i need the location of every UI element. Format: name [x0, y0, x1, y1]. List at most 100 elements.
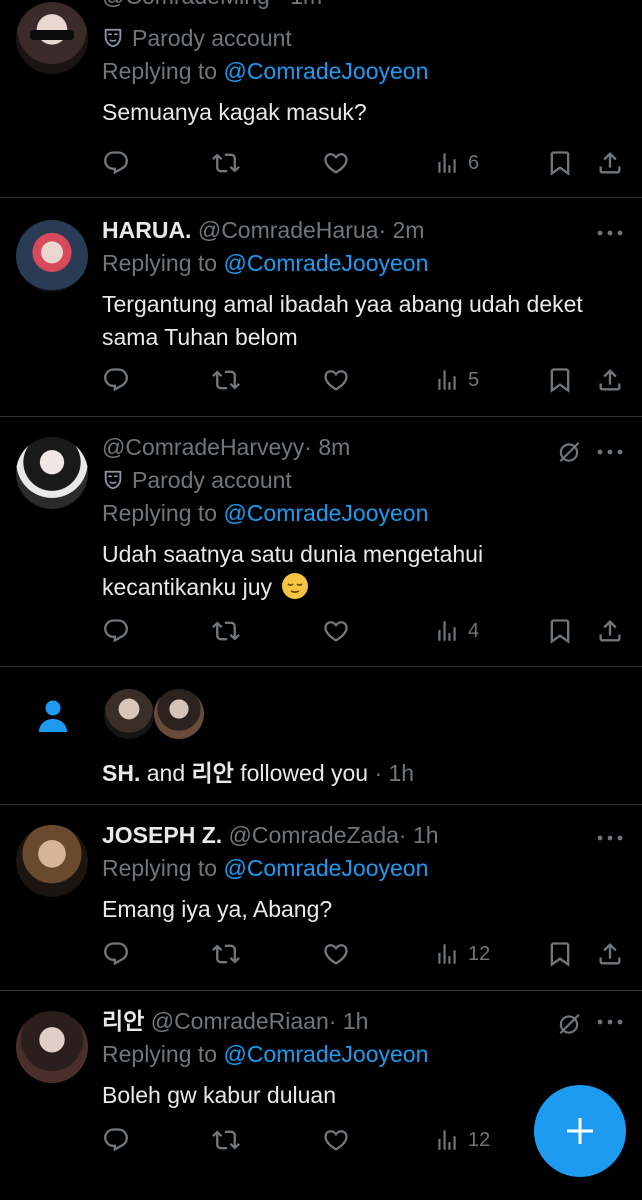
views-count: 4 — [468, 619, 480, 642]
parody-label: Parody account — [132, 467, 292, 493]
compose-button[interactable] — [534, 1085, 626, 1177]
share-icon — [596, 617, 624, 645]
post-handle[interactable]: @ComradeRiaan — [151, 1008, 329, 1034]
views-button[interactable]: 5 — [434, 360, 479, 400]
reply-icon — [102, 1126, 130, 1154]
share-button[interactable] — [596, 934, 624, 974]
avatar[interactable] — [104, 689, 154, 739]
like-icon — [322, 617, 350, 645]
like-icon — [322, 149, 350, 177]
share-button[interactable] — [596, 360, 624, 400]
views-button[interactable]: 4 — [434, 611, 479, 651]
like-icon — [322, 940, 350, 968]
follow-connector: and — [146, 760, 186, 786]
share-icon — [596, 940, 624, 968]
views-button[interactable]: 12 — [434, 934, 490, 974]
share-icon — [596, 149, 624, 177]
bookmark-button[interactable] — [546, 611, 574, 651]
post-handle[interactable]: @ComradeHarveyy — [102, 434, 304, 460]
bookmark-icon — [546, 149, 574, 177]
views-icon — [434, 618, 460, 644]
bookmark-button[interactable] — [546, 360, 574, 400]
like-icon — [322, 366, 350, 394]
avatar[interactable] — [16, 437, 88, 509]
replying-prefix: Replying to — [102, 58, 218, 84]
views-count: 12 — [468, 1128, 491, 1151]
reply-post[interactable]: HARUA. @ComradeHarua· 2m Replying to @Co… — [0, 198, 642, 416]
post-text-line: sama Tuhan belom — [102, 324, 298, 350]
bookmark-icon — [546, 617, 574, 645]
replying-prefix: Replying to — [102, 500, 218, 526]
post-text-line-2: kecantikanku juy — [102, 571, 624, 604]
post-handle[interactable]: @ComradeHarua — [198, 217, 379, 243]
share-button[interactable] — [596, 611, 624, 651]
person-icon — [39, 700, 67, 732]
retweet-button[interactable] — [212, 143, 240, 183]
retweet-button[interactable] — [212, 611, 240, 651]
post-text: Emang iya ya, Abang? — [102, 896, 333, 922]
notification-time: · 1h — [374, 760, 415, 786]
post-handle[interactable]: @ComradeZada — [229, 822, 399, 848]
reply-button[interactable] — [102, 1120, 130, 1160]
avatar-sunglasses — [30, 30, 74, 40]
bookmark-button[interactable] — [546, 143, 574, 183]
reply-icon — [102, 617, 130, 645]
post-text-line: kecantikanku juy — [102, 574, 273, 600]
retweet-icon — [212, 366, 240, 394]
reply-post[interactable]: @ComradeHarveyy· 8m Parody account Reply… — [0, 417, 642, 666]
reply-icon — [102, 940, 130, 968]
post-handle: @ComradeMing · 1m — [102, 0, 322, 9]
views-button[interactable]: 6 — [434, 143, 479, 183]
replying-to-link[interactable]: @ComradeJooyeon — [223, 1041, 428, 1067]
replying-to-link[interactable]: @ComradeJooyeon — [223, 500, 428, 526]
reply-icon — [102, 149, 130, 177]
reply-button[interactable] — [102, 360, 130, 400]
reply-button[interactable] — [102, 611, 130, 651]
post-time: · 1h — [398, 822, 439, 848]
parody-mask-icon — [102, 469, 124, 491]
reply-post[interactable]: JOSEPH Z. @ComradeZada· 1h Replying to @… — [0, 805, 642, 990]
replying-prefix: Replying to — [102, 855, 218, 881]
relieved-face-emoji — [282, 573, 309, 599]
avatar[interactable] — [154, 689, 204, 739]
post-time: · 1h — [328, 1008, 369, 1034]
like-button[interactable] — [322, 611, 350, 651]
retweet-button[interactable] — [212, 360, 240, 400]
replying-prefix: Replying to — [102, 1041, 218, 1067]
avatar[interactable] — [16, 825, 88, 897]
post-text-line: Udah saatnya satu dunia mengetahui — [102, 541, 484, 567]
views-button[interactable]: 12 — [434, 1120, 490, 1160]
share-button[interactable] — [596, 143, 624, 183]
reply-post[interactable]: @ComradeMing · 1m Parody account Replyin… — [0, 0, 642, 197]
replying-to-link[interactable]: @ComradeJooyeon — [223, 855, 428, 881]
bookmark-button[interactable] — [546, 934, 574, 974]
like-button[interactable] — [322, 360, 350, 400]
replying-to-link[interactable]: @ComradeJooyeon — [223, 250, 428, 276]
post-time: · 2m — [378, 217, 425, 243]
follow-notification[interactable]: SH. and 리안 followed you · 1h — [0, 667, 642, 804]
like-button[interactable] — [322, 934, 350, 974]
views-icon — [434, 1127, 460, 1153]
views-count: 12 — [468, 942, 491, 965]
display-name[interactable]: 리안 — [102, 1008, 144, 1034]
display-name[interactable]: JOSEPH Z. — [102, 822, 222, 848]
plus-icon — [567, 1118, 593, 1144]
like-button[interactable] — [322, 143, 350, 183]
avatar[interactable] — [16, 220, 88, 292]
retweet-button[interactable] — [212, 934, 240, 974]
like-icon — [322, 1126, 350, 1154]
display-name[interactable]: HARUA. — [102, 217, 191, 243]
follower-name[interactable]: SH. — [102, 760, 140, 786]
avatar[interactable] — [16, 2, 88, 74]
like-button[interactable] — [322, 1120, 350, 1160]
avatar[interactable] — [16, 1011, 88, 1083]
retweet-button[interactable] — [212, 1120, 240, 1160]
replying-prefix: Replying to — [102, 250, 218, 276]
follower-name[interactable]: 리안 — [192, 760, 234, 786]
replying-to-link[interactable]: @ComradeJooyeon — [223, 58, 428, 84]
post-text-line: Tergantung amal ibadah yaa abang udah de… — [102, 291, 583, 317]
reply-button[interactable] — [102, 934, 130, 974]
share-icon — [596, 366, 624, 394]
views-icon — [434, 367, 460, 393]
reply-button[interactable] — [102, 143, 130, 183]
